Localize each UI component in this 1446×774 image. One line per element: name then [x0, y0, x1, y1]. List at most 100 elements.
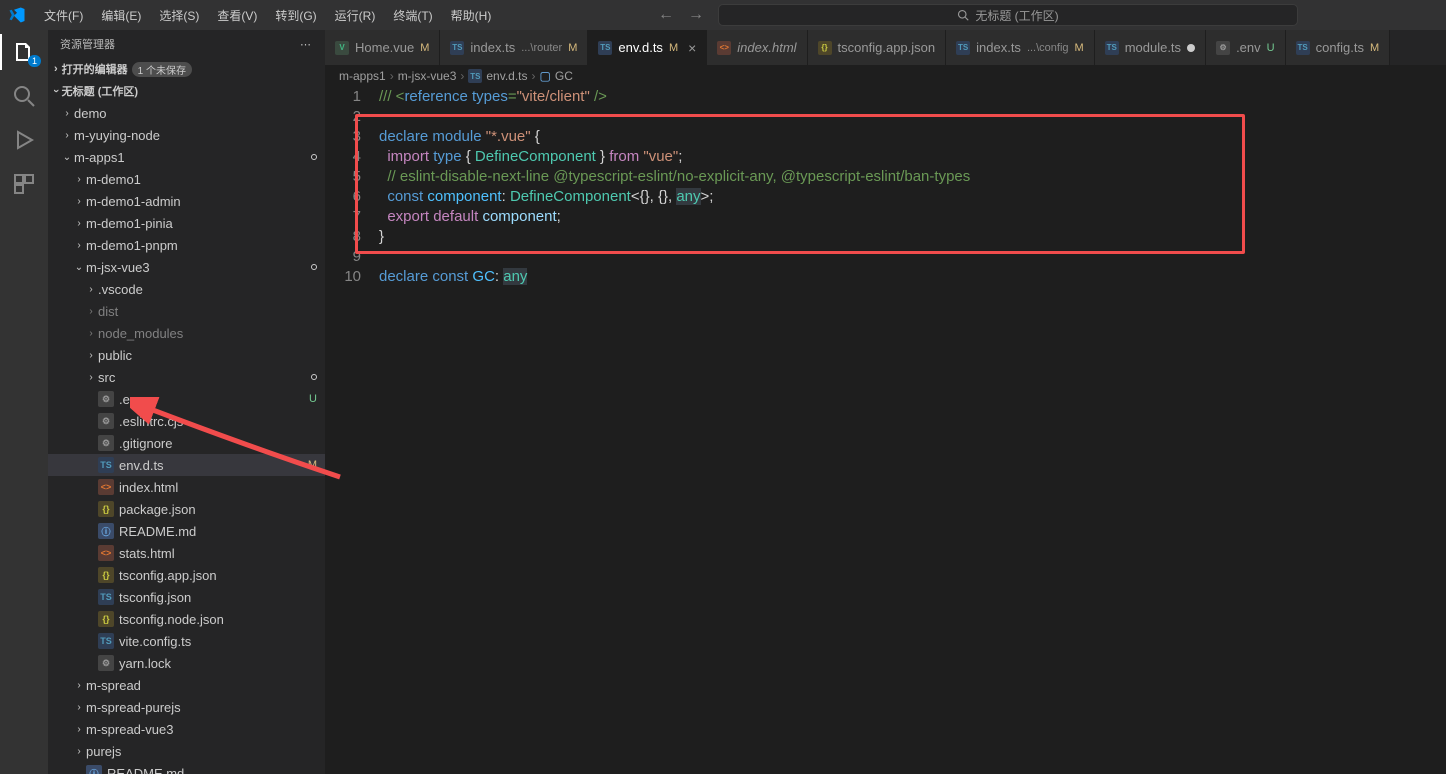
editor-tab[interactable]: TSenv.d.tsM× — [588, 30, 707, 65]
file-name: package.json — [119, 502, 317, 517]
tree-file[interactable]: ⓘREADME.md — [48, 520, 325, 542]
tree-file[interactable]: ⚙.envU — [48, 388, 325, 410]
tree-folder[interactable]: ›m-spread — [48, 674, 325, 696]
editor-tab[interactable]: <>index.html — [707, 30, 807, 65]
search-activity-icon[interactable] — [12, 84, 36, 108]
tree-folder[interactable]: ›dist — [48, 300, 325, 322]
editor-tab[interactable]: TSmodule.ts — [1095, 30, 1206, 65]
tree-file[interactable]: <>index.html — [48, 476, 325, 498]
editor-tab[interactable]: VHome.vueM — [325, 30, 440, 65]
tree-folder[interactable]: ›m-yuying-node — [48, 124, 325, 146]
code-line[interactable]: 3declare module "*.vue" { — [325, 127, 1446, 147]
tree-folder[interactable]: ›.vscode — [48, 278, 325, 300]
code-line[interactable]: 4 import type { DefineComponent } from "… — [325, 147, 1446, 167]
tree-folder[interactable]: ›m-demo1-pnpm — [48, 234, 325, 256]
file-name: env.d.ts — [119, 458, 304, 473]
chevron-down-icon: › — [50, 89, 62, 93]
chevron-icon: › — [72, 746, 86, 757]
debug-activity-icon[interactable] — [12, 128, 36, 152]
modified-dot-icon — [311, 154, 317, 160]
file-name: vite.config.ts — [119, 634, 317, 649]
tree-file[interactable]: {}tsconfig.node.json — [48, 608, 325, 630]
file-icon: {} — [818, 41, 832, 55]
line-number: 2 — [325, 107, 379, 127]
tree-file[interactable]: ⓘREADME.md — [48, 762, 325, 774]
editor-tab[interactable]: TSindex.ts...\routerM — [440, 30, 588, 65]
git-status: M — [669, 42, 678, 54]
editor-tab[interactable]: TSindex.ts...\configM — [946, 30, 1095, 65]
tab-name: env.d.ts — [618, 40, 663, 55]
tree-file[interactable]: TStsconfig.json — [48, 586, 325, 608]
chevron-icon: › — [84, 306, 98, 317]
menu-item[interactable]: 文件(F) — [36, 3, 91, 28]
modified-dot-icon — [1187, 44, 1195, 52]
command-center[interactable]: 无标题 (工作区) — [718, 4, 1298, 26]
menu-item[interactable]: 转到(G) — [267, 3, 324, 28]
line-number: 5 — [325, 167, 379, 187]
breadcrumb[interactable]: m-apps1› m-jsx-vue3› TS env.d.ts› ▢ GC — [325, 65, 1446, 87]
code-line[interactable]: 1/// <reference types="vite/client" /> — [325, 87, 1446, 107]
tree-folder[interactable]: ›m-spread-purejs — [48, 696, 325, 718]
file-icon: TS — [1105, 41, 1119, 55]
editor-tab[interactable]: {}tsconfig.app.json — [808, 30, 947, 65]
tree-file[interactable]: {}tsconfig.app.json — [48, 564, 325, 586]
ts-icon: TS — [468, 69, 482, 83]
tree-folder[interactable]: ›purejs — [48, 740, 325, 762]
code-line[interactable]: 2 — [325, 107, 1446, 127]
open-editors-section[interactable]: › 打开的编辑器 1 个未保存 — [48, 58, 325, 80]
line-number: 10 — [325, 267, 379, 287]
editor-tab[interactable]: TSconfig.tsM — [1286, 30, 1391, 65]
tree-folder[interactable]: ›m-demo1-pinia — [48, 212, 325, 234]
file-name: node_modules — [98, 326, 317, 341]
workspace-section[interactable]: › 无标题 (工作区) — [48, 80, 325, 102]
chevron-icon: ⌄ — [72, 262, 86, 273]
file-icon: ⚙ — [1216, 41, 1230, 55]
tree-folder[interactable]: ⌄m-jsx-vue3 — [48, 256, 325, 278]
tree-folder[interactable]: ⌄m-apps1 — [48, 146, 325, 168]
vscode-logo-icon — [8, 6, 26, 24]
file-name: tsconfig.app.json — [119, 568, 317, 583]
code-line[interactable]: 9 — [325, 247, 1446, 267]
code-line[interactable]: 10declare const GC: any — [325, 267, 1446, 287]
file-icon: ⚙ — [98, 435, 114, 451]
tab-name: config.ts — [1316, 40, 1364, 55]
tree-folder[interactable]: ›m-spread-vue3 — [48, 718, 325, 740]
menu-item[interactable]: 终端(T) — [385, 3, 440, 28]
tree-folder[interactable]: ›node_modules — [48, 322, 325, 344]
menu-item[interactable]: 帮助(H) — [443, 3, 500, 28]
close-icon[interactable]: × — [688, 40, 696, 56]
tree-file[interactable]: TSvite.config.ts — [48, 630, 325, 652]
chevron-icon: › — [72, 174, 86, 185]
tree-file[interactable]: {}package.json — [48, 498, 325, 520]
menu-item[interactable]: 编辑(E) — [93, 3, 149, 28]
tree-folder[interactable]: ›m-demo1-admin — [48, 190, 325, 212]
file-icon: ⚙ — [98, 391, 114, 407]
editor-tab[interactable]: ⚙.envU — [1206, 30, 1286, 65]
extensions-activity-icon[interactable] — [12, 172, 36, 196]
menu-item[interactable]: 选择(S) — [151, 3, 207, 28]
tree-file[interactable]: TSenv.d.tsM — [48, 454, 325, 476]
tree-folder[interactable]: ›public — [48, 344, 325, 366]
tab-name: .env — [1236, 40, 1261, 55]
tree-file[interactable]: <>stats.html — [48, 542, 325, 564]
code-line[interactable]: 6 const component: DefineComponent<{}, {… — [325, 187, 1446, 207]
title-bar: 文件(F)编辑(E)选择(S)查看(V)转到(G)运行(R)终端(T)帮助(H)… — [0, 0, 1446, 30]
tree-file[interactable]: ⚙.gitignore — [48, 432, 325, 454]
tree-folder[interactable]: ›demo — [48, 102, 325, 124]
code-line[interactable]: 5 // eslint-disable-next-line @typescrip… — [325, 167, 1446, 187]
code-line[interactable]: 7 export default component; — [325, 207, 1446, 227]
sidebar-more-icon[interactable]: ⋯ — [300, 38, 313, 51]
file-icon: <> — [98, 479, 114, 495]
code-editor[interactable]: 1/// <reference types="vite/client" />23… — [325, 87, 1446, 774]
tree-file[interactable]: ⚙.eslintrc.cjs — [48, 410, 325, 432]
menu-item[interactable]: 查看(V) — [209, 3, 265, 28]
tree-folder[interactable]: ›m-demo1 — [48, 168, 325, 190]
explorer-icon[interactable]: 1 — [12, 40, 36, 64]
nav-forward-icon[interactable]: → — [688, 6, 704, 24]
nav-back-icon[interactable]: ← — [658, 6, 674, 24]
tree-folder[interactable]: ›src — [48, 366, 325, 388]
tree-file[interactable]: ⚙yarn.lock — [48, 652, 325, 674]
file-name: dist — [98, 304, 317, 319]
code-line[interactable]: 8} — [325, 227, 1446, 247]
menu-item[interactable]: 运行(R) — [327, 3, 384, 28]
